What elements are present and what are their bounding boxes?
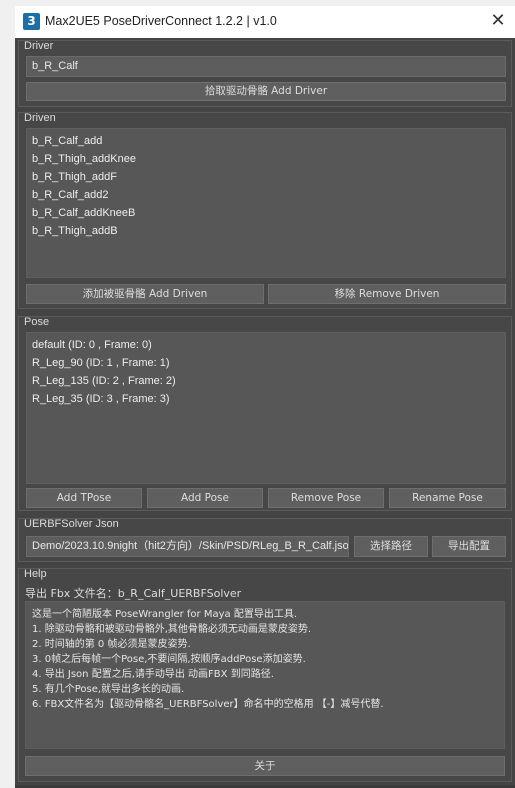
close-icon[interactable]: ✕: [483, 6, 513, 36]
driven-list-item[interactable]: b_R_Thigh_addKnee: [32, 150, 505, 168]
rename-pose-button[interactable]: Rename Pose: [389, 488, 506, 508]
driven-list-item[interactable]: b_R_Thigh_addF: [32, 168, 505, 186]
pose-list[interactable]: default (ID: 0 , Frame: 0) R_Leg_90 (ID:…: [26, 332, 506, 484]
main-panel: Driver b_R_Calf 拾取驱动骨骼 Add Driver Driven…: [15, 38, 515, 788]
choose-path-button[interactable]: 选择路径: [354, 536, 428, 557]
driver-group-title: Driver: [24, 40, 54, 52]
help-group-title: Help: [24, 568, 47, 580]
driven-list-item[interactable]: b_R_Calf_add2: [32, 186, 505, 204]
help-line: 1. 除驱动骨骼和被驱动骨骼外,其他骨骼必须无动画是蒙皮姿势.: [32, 624, 312, 635]
add-pose-button[interactable]: Add Pose: [147, 488, 263, 508]
driver-field[interactable]: b_R_Calf: [26, 56, 506, 77]
add-driver-button[interactable]: 拾取驱动骨骼 Add Driver: [26, 82, 506, 101]
driven-list-item[interactable]: b_R_Thigh_addB: [32, 222, 505, 240]
title-bar: 3 Max2UE5 PoseDriverConnect 1.2.2 | v1.0…: [15, 6, 515, 38]
driven-group-title: Driven: [24, 112, 56, 124]
pose-list-item[interactable]: R_Leg_135 (ID: 2 , Frame: 2): [32, 372, 505, 390]
json-group-title: UERBFSolver Json: [24, 518, 119, 530]
driven-list-item[interactable]: b_R_Calf_add: [32, 132, 505, 150]
app-logo-icon: 3: [23, 13, 40, 30]
remove-pose-button[interactable]: Remove Pose: [268, 488, 384, 508]
remove-driven-button[interactable]: 移除 Remove Driven: [268, 284, 506, 304]
json-path-field[interactable]: Demo/2023.10.9night（hit2方向）/Skin/PSD/RLe…: [26, 536, 349, 557]
help-line: 这是一个简陋版本 PoseWrangler for Maya 配置导出工具.: [32, 609, 298, 620]
json-group: UERBFSolver Json Demo/2023.10.9night（hit…: [18, 518, 512, 562]
export-config-button[interactable]: 导出配置: [432, 536, 506, 557]
pose-group-title: Pose: [24, 316, 50, 328]
help-line: 2. 时间轴的第 0 帧必须是蒙皮姿势.: [32, 639, 191, 650]
driven-list-item[interactable]: b_R_Calf_addKneeB: [32, 204, 505, 222]
pose-list-item[interactable]: R_Leg_35 (ID: 3 , Frame: 3): [32, 390, 505, 408]
add-tpose-button[interactable]: Add TPose: [26, 488, 142, 508]
pose-group: Pose default (ID: 0 , Frame: 0) R_Leg_90…: [18, 316, 512, 511]
help-line: 3. 0帧之后每帧一个Pose,不要间隔,按顺序addPose添加姿势.: [32, 654, 306, 665]
help-line: 5. 有几个Pose,就导出多长的动画.: [32, 684, 185, 695]
pose-list-item[interactable]: default (ID: 0 , Frame: 0): [32, 336, 505, 354]
help-text-area: 这是一个简陋版本 PoseWrangler for Maya 配置导出工具. 1…: [25, 601, 505, 749]
help-line: 4. 导出 Json 配置之后,请手动导出 动画FBX 到同路径.: [32, 669, 274, 680]
about-button[interactable]: 关于: [25, 756, 505, 776]
pose-list-item[interactable]: R_Leg_90 (ID: 1 , Frame: 1): [32, 354, 505, 372]
driver-group: Driver b_R_Calf 拾取驱动骨骼 Add Driver: [18, 40, 512, 107]
help-line: 6. FBX文件名为【驱动骨骼名_UERBFSolver】命名中的空格用 【-】…: [32, 699, 384, 710]
add-driven-button[interactable]: 添加被驱骨骼 Add Driven: [26, 284, 264, 304]
window-title: Max2UE5 PoseDriverConnect 1.2.2 | v1.0: [45, 14, 277, 28]
fbx-filename-label: 导出 Fbx 文件名：b_R_Calf_UERBFSolver: [25, 587, 242, 600]
driven-list[interactable]: b_R_Calf_add b_R_Thigh_addKnee b_R_Thigh…: [26, 128, 506, 278]
driven-group: Driven b_R_Calf_add b_R_Thigh_addKnee b_…: [18, 112, 512, 309]
